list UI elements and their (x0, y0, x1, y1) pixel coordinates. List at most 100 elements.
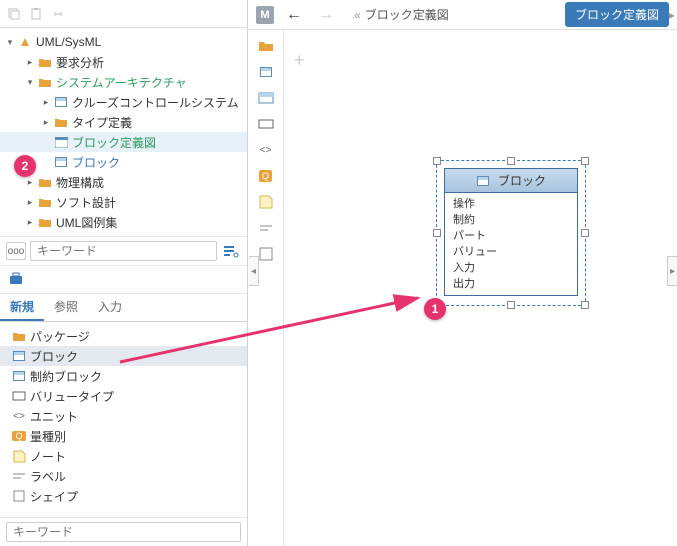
tree-item-label: クルーズコントロールシステム (72, 94, 239, 111)
toolbox-tabs: 新規 参照 入力 (0, 294, 247, 322)
tab-input[interactable]: 入力 (88, 294, 132, 321)
palette-item-label: ユニット (30, 408, 78, 425)
tree-item-label: ブロック (72, 154, 120, 171)
palette-item[interactable]: <> ユニット (0, 406, 247, 426)
link-icon[interactable] (50, 6, 66, 22)
palette-item[interactable]: ノート (0, 446, 247, 466)
resize-handle[interactable] (433, 229, 441, 237)
resize-handle[interactable] (581, 229, 589, 237)
tree-item-label: タイプ定義 (72, 114, 132, 131)
block-compartment-row: 入力 (453, 260, 569, 276)
diagram-type-button[interactable]: ブロック定義図 (565, 2, 669, 27)
tree-root[interactable]: ▾ UML/SysML (0, 32, 247, 52)
tab-new[interactable]: 新規 (0, 294, 44, 321)
tree-item-label: ブロック定義図 (72, 134, 156, 151)
palette-item-label: ノート (30, 448, 66, 465)
twisty-icon[interactable] (40, 136, 52, 148)
tool-folder-icon[interactable] (252, 34, 280, 58)
palette-item-label: 量種別 (30, 428, 66, 445)
left-collapse-handle[interactable]: ◂ (249, 256, 259, 286)
block-header-icon (476, 174, 490, 188)
tool-note-icon[interactable] (252, 190, 280, 214)
twisty-icon[interactable] (40, 156, 52, 168)
palette-item[interactable]: 制約ブロック (0, 366, 247, 386)
twisty-icon[interactable]: ▸ (40, 96, 52, 108)
tree-item[interactable]: ▸ クルーズコントロールシステム (0, 92, 247, 112)
breadcrumb[interactable]: «ブロック定義図 (346, 6, 557, 23)
tree-item[interactable]: ▾ システムアーキテクチャ (0, 72, 247, 92)
palette-item-icon (12, 329, 26, 343)
palette-item-label: ラベル (30, 468, 66, 485)
palette-item-icon (12, 469, 26, 483)
sidebar-toolbar: ▸ (0, 0, 247, 28)
twisty-icon[interactable]: ▾ (24, 76, 36, 88)
tree-item[interactable]: ▸ソフト設計 (0, 192, 247, 212)
main-toolbar: M ← → «ブロック定義図 ブロック定義図 (248, 0, 677, 30)
right-collapse-handle[interactable]: ▸ (667, 256, 677, 286)
search-mode-icon[interactable]: ooo (6, 242, 26, 260)
tree-item[interactable]: ▸UML図例集 (0, 212, 247, 232)
chevron-icon: « (354, 8, 361, 22)
twisty-icon[interactable]: ▸ (24, 56, 36, 68)
resize-handle[interactable] (507, 301, 515, 309)
block-body: 操作制約パートバリュー入力出力 (445, 193, 577, 295)
block-title: ブロック (498, 172, 546, 189)
palette-item[interactable]: バリュータイプ (0, 386, 247, 406)
palette-item-icon (12, 489, 26, 503)
tool-constraint-icon[interactable] (252, 86, 280, 110)
twisty-icon[interactable]: ▸ (24, 176, 36, 188)
palette-item[interactable]: パッケージ (0, 326, 247, 346)
twisty-icon[interactable]: ▸ (40, 116, 52, 128)
tree-item-icon (38, 55, 52, 69)
model-icon (18, 35, 32, 49)
palette-item-icon (12, 349, 26, 363)
twisty-icon[interactable]: ▸ (24, 216, 36, 228)
tree-item-icon (54, 135, 68, 149)
nav-back-icon[interactable]: ← (282, 6, 306, 24)
resize-handle[interactable] (581, 301, 589, 309)
tree-item-label: システムアーキテクチャ (56, 74, 187, 91)
tree-item-icon (54, 155, 68, 169)
model-badge: M (256, 6, 274, 24)
block-header: ブロック (445, 169, 577, 193)
palette-item-label: 制約ブロック (30, 368, 102, 385)
palette-item[interactable]: Q 量種別 (0, 426, 247, 446)
block-compartment-row: バリュー (453, 244, 569, 260)
tool-strip: <> Q (248, 30, 284, 546)
resize-handle[interactable] (581, 157, 589, 165)
twisty-open-icon[interactable]: ▾ (4, 36, 16, 48)
resize-handle[interactable] (507, 157, 515, 165)
tree-item[interactable]: ▸ タイプ定義 (0, 112, 247, 132)
annotation-badge-1: 1 (424, 298, 446, 320)
tree-item[interactable]: ブロック (0, 152, 247, 172)
canvas-area: <> Q + (248, 30, 677, 546)
tool-unit-icon[interactable]: <> (252, 138, 280, 162)
tab-reference[interactable]: 参照 (44, 294, 88, 321)
tree-item[interactable]: ▸ 要求分析 (0, 52, 247, 72)
main-panel: M ← → «ブロック定義図 ブロック定義図 <> Q + (248, 0, 677, 546)
resize-handle[interactable] (433, 157, 441, 165)
copy-icon[interactable] (6, 6, 22, 22)
nav-forward-icon: → (314, 6, 338, 24)
tree-root-label: UML/SysML (36, 35, 101, 49)
tree-item[interactable]: ▸物理構成 (0, 172, 247, 192)
tree-item[interactable]: ブロック定義図 (0, 132, 247, 152)
palette-item-label: ブロック (30, 348, 78, 365)
tool-block-icon[interactable] (252, 60, 280, 84)
filter-icon[interactable] (221, 242, 241, 260)
search-input[interactable] (30, 241, 217, 261)
diagram-canvas[interactable]: + ブロック 操作制約パートバリュー入力出力 (284, 30, 677, 546)
palette-item[interactable]: ブロック (0, 346, 247, 366)
twisty-icon[interactable]: ▸ (24, 196, 36, 208)
palette-item[interactable]: シェイプ (0, 486, 247, 506)
palette-item-icon: <> (12, 409, 26, 423)
paste-icon[interactable] (28, 6, 44, 22)
tool-qty-icon[interactable]: Q (252, 164, 280, 188)
tool-label-icon[interactable] (252, 216, 280, 240)
block-element[interactable]: ブロック 操作制約パートバリュー入力出力 (444, 168, 578, 296)
tree-item-label: 要求分析 (56, 54, 104, 71)
tool-rect-icon[interactable] (252, 112, 280, 136)
palette-item-icon: Q (12, 429, 26, 443)
palette-search-input[interactable] (6, 522, 241, 542)
palette-item[interactable]: ラベル (0, 466, 247, 486)
